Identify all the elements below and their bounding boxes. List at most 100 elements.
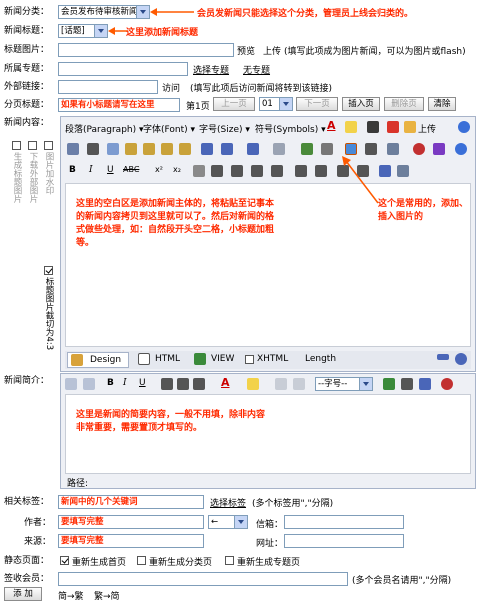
paste-text-icon[interactable] xyxy=(143,143,155,155)
paste-html-icon[interactable] xyxy=(179,143,191,155)
link-icon[interactable] xyxy=(275,378,287,390)
category-select[interactable]: 会员发布待审核新闻 xyxy=(58,5,150,19)
url-input[interactable] xyxy=(284,534,404,548)
size-dropdown[interactable]: 字号(Size) ▾ xyxy=(199,122,250,135)
special-char-icon[interactable] xyxy=(455,143,467,155)
copy-icon[interactable] xyxy=(107,143,119,155)
font-color-icon[interactable]: A xyxy=(327,119,336,132)
page-break-icon[interactable] xyxy=(379,165,391,177)
align-left-icon[interactable] xyxy=(161,378,173,390)
justify-icon[interactable] xyxy=(271,165,283,177)
watermark-checkbox[interactable] xyxy=(44,141,53,150)
clear-button[interactable]: 清除 xyxy=(428,97,456,111)
outer-visit-link[interactable]: 访问 xyxy=(162,81,180,94)
html-mode-icon[interactable] xyxy=(401,378,413,390)
xhtml-checkbox[interactable] xyxy=(245,355,254,364)
upload-icon[interactable] xyxy=(404,121,416,133)
grid-icon[interactable] xyxy=(273,143,285,155)
cut-icon[interactable] xyxy=(87,143,99,155)
tags-input[interactable]: 新闻中的几个关键词 xyxy=(58,495,204,509)
highlight-icon[interactable] xyxy=(345,121,357,133)
select-tag-link[interactable]: 选择标签 xyxy=(210,496,246,509)
mail-input[interactable] xyxy=(284,515,404,529)
paste-word-icon[interactable] xyxy=(387,121,399,133)
preview-icon[interactable] xyxy=(397,165,409,177)
symbol-dropdown[interactable]: 符号(Symbols) ▾ xyxy=(255,122,326,135)
help-icon[interactable] xyxy=(441,378,453,390)
clear-format-icon[interactable] xyxy=(193,165,205,177)
unlink-icon[interactable] xyxy=(293,378,305,390)
font-color-icon[interactable]: A xyxy=(221,376,230,389)
insert-image-icon[interactable] xyxy=(345,143,357,155)
tab-html[interactable]: HTML xyxy=(135,352,187,368)
shrink-icon[interactable] xyxy=(437,354,449,360)
unlink-icon[interactable] xyxy=(321,143,333,155)
paragraph-dropdown[interactable]: 段落(Paragraph) ▾ xyxy=(65,122,144,135)
no-topic-link[interactable]: 无专题 xyxy=(243,63,270,76)
highlight-icon[interactable] xyxy=(247,378,259,390)
paste-icon[interactable] xyxy=(125,143,137,155)
author-select[interactable]: ← xyxy=(208,515,248,529)
ordered-list-icon[interactable] xyxy=(295,165,307,177)
expand-icon[interactable] xyxy=(455,353,467,365)
find-icon[interactable] xyxy=(367,121,379,133)
bold-icon[interactable]: B xyxy=(107,378,114,388)
image-url-input[interactable] xyxy=(58,43,234,57)
emoticon-icon[interactable] xyxy=(433,143,445,155)
add-button[interactable]: 添 加 xyxy=(4,587,42,601)
media-icon[interactable] xyxy=(387,143,399,155)
strike-icon[interactable]: ABC xyxy=(123,165,139,174)
readers-input[interactable] xyxy=(58,572,348,586)
insert-page-button[interactable]: 插入页 xyxy=(342,97,380,111)
italic-icon[interactable]: I xyxy=(89,165,93,175)
summary-size-select[interactable]: --字号-- xyxy=(315,377,373,391)
page-title-input[interactable]: 如果有小标题请写在这里 xyxy=(58,98,180,112)
crop-checkbox[interactable] xyxy=(44,266,53,275)
topic-input[interactable] xyxy=(58,62,188,76)
align-center-icon[interactable] xyxy=(231,165,243,177)
image-upload-link[interactable]: 上传 xyxy=(263,44,281,57)
underline-icon[interactable]: U xyxy=(107,165,114,175)
regen-topic-checkbox[interactable] xyxy=(225,556,234,565)
align-right-icon[interactable] xyxy=(251,165,263,177)
flash-icon[interactable] xyxy=(413,143,425,155)
help-icon[interactable] xyxy=(458,121,470,133)
gen-title-image-checkbox[interactable] xyxy=(12,141,21,150)
preview-icon[interactable] xyxy=(383,378,395,390)
link-icon[interactable] xyxy=(301,143,313,155)
redo-icon[interactable] xyxy=(221,143,233,155)
next-page-button[interactable]: 下一页 xyxy=(296,97,338,111)
select-topic-link[interactable]: 选择专题 xyxy=(193,63,229,76)
italic-icon[interactable]: I xyxy=(123,378,127,388)
source-input[interactable]: 要填写完整 xyxy=(58,534,204,548)
prev-page-button[interactable]: 上一页 xyxy=(213,97,255,111)
regen-category-checkbox[interactable] xyxy=(137,556,146,565)
page-select[interactable]: 01 xyxy=(259,97,293,111)
download-remote-checkbox[interactable] xyxy=(28,141,37,150)
undo-icon[interactable] xyxy=(201,143,213,155)
subscript-icon[interactable]: x₂ xyxy=(173,165,181,174)
author-input[interactable]: 要填写完整 xyxy=(58,515,204,529)
undo-icon[interactable] xyxy=(65,378,77,390)
title-tag-select[interactable]: [话题] xyxy=(58,24,108,38)
tab-design[interactable]: Design xyxy=(67,352,129,368)
summary-edit-area[interactable]: 这里是新闻的简要内容，一般不用填，除非内容非常重要，需要置顶才填写的。 xyxy=(65,394,471,474)
convert-simplified-link[interactable]: 简→繁 xyxy=(58,589,84,602)
underline-icon[interactable]: U xyxy=(139,378,146,388)
align-right-icon[interactable] xyxy=(193,378,205,390)
delete-page-button[interactable]: 删除页 xyxy=(384,97,424,111)
upload-label[interactable]: 上传 xyxy=(418,122,436,135)
unordered-list-icon[interactable] xyxy=(315,165,327,177)
table-icon[interactable] xyxy=(247,143,259,155)
tab-view[interactable]: VIEW xyxy=(191,352,241,368)
align-center-icon[interactable] xyxy=(177,378,189,390)
superscript-icon[interactable]: x² xyxy=(155,165,163,174)
new-doc-icon[interactable] xyxy=(67,143,79,155)
source-icon[interactable] xyxy=(419,378,431,390)
image-preview-link[interactable]: 预览 xyxy=(237,44,255,57)
paste-word-2-icon[interactable] xyxy=(161,143,173,155)
font-dropdown[interactable]: 字体(Font) ▾ xyxy=(143,122,195,135)
bold-icon[interactable]: B xyxy=(69,165,76,175)
regen-home-checkbox[interactable] xyxy=(60,556,69,565)
redo-icon[interactable] xyxy=(83,378,95,390)
